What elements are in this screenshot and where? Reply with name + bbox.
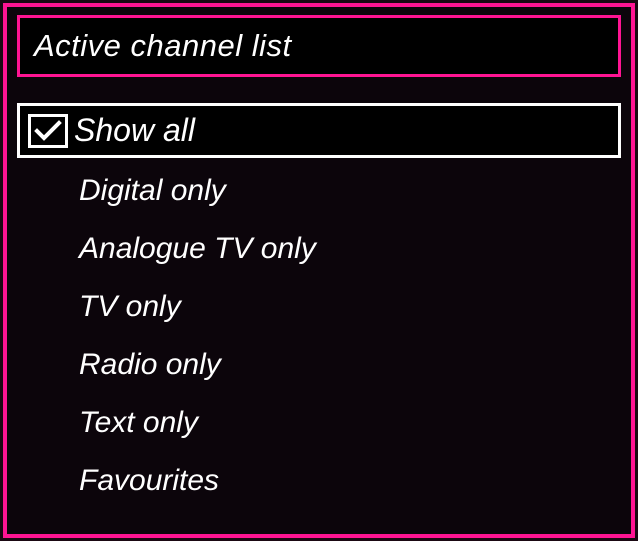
list-item-label: TV only <box>79 290 181 324</box>
menu-frame: Active channel list Show all Digital onl… <box>3 3 635 538</box>
list-item-analogue-tv-only[interactable]: Analogue TV only <box>17 224 621 274</box>
list-item-digital-only[interactable]: Digital only <box>17 166 621 216</box>
list-item-show-all[interactable]: Show all <box>17 103 621 158</box>
list-item-label: Text only <box>79 406 198 440</box>
list-item-tv-only[interactable]: TV only <box>17 282 621 332</box>
checkbox-icon <box>28 114 68 148</box>
list-item-label: Analogue TV only <box>79 232 316 266</box>
list-item-text-only[interactable]: Text only <box>17 398 621 448</box>
list-item-label: Radio only <box>79 348 221 382</box>
list-item-label: Favourites <box>79 464 219 498</box>
page-title: Active channel list <box>34 28 604 64</box>
list-item-radio-only[interactable]: Radio only <box>17 340 621 390</box>
list-item-favourites[interactable]: Favourites <box>17 456 621 506</box>
list-item-label: Digital only <box>79 174 226 208</box>
title-bar: Active channel list <box>17 15 621 77</box>
channel-list: Show all Digital only Analogue TV only T… <box>7 77 631 524</box>
list-item-label: Show all <box>74 112 195 149</box>
